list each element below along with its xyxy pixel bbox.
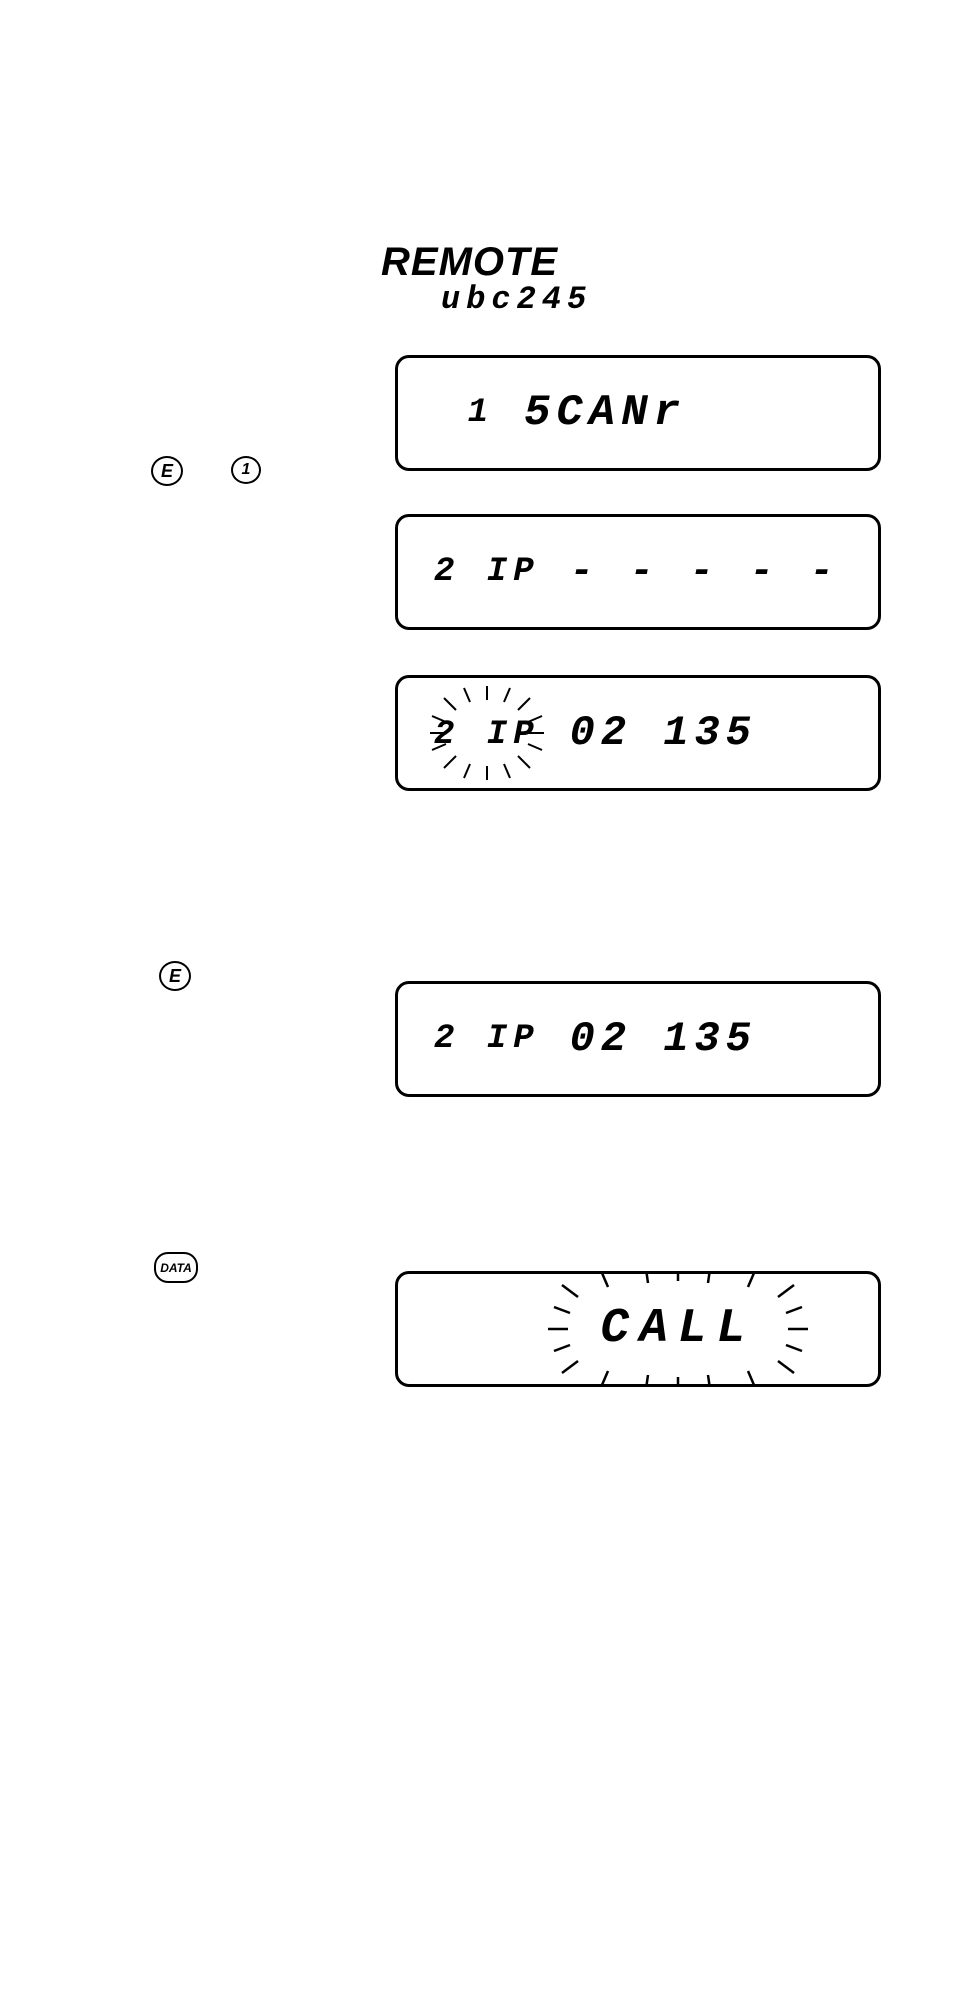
lcd5-center-burst: CALL: [600, 1302, 755, 1356]
e-button-2-label: E: [169, 966, 181, 987]
lcd1-right: 5CANr: [524, 388, 686, 438]
lcd2-left: 2 IP: [434, 553, 540, 591]
data-button-label: DATA: [160, 1261, 192, 1275]
title-block: REMOTE ubc245: [381, 240, 592, 318]
manual-page: REMOTE ubc245 E 1 E DATA 1 5CANr 2 IP - …: [0, 0, 954, 2006]
lcd1-left: 1: [434, 394, 494, 432]
title-sub: ubc245: [441, 281, 592, 318]
lcd4-right: 02 135: [570, 1015, 757, 1063]
lcd-screen-2: 2 IP - - - - -: [395, 514, 881, 630]
lcd4-left: 2 IP: [434, 1020, 540, 1058]
e-button-label: E: [161, 461, 173, 482]
one-button[interactable]: 1: [231, 456, 261, 484]
lcd-screen-3: 2 IP 02 135: [395, 675, 881, 791]
one-button-label: 1: [242, 461, 251, 479]
e-button-2[interactable]: E: [159, 961, 191, 991]
title-main: REMOTE: [381, 240, 592, 285]
e-button[interactable]: E: [151, 456, 183, 486]
lcd3-right: 02 135: [570, 709, 757, 757]
lcd-screen-4: 2 IP 02 135: [395, 981, 881, 1097]
data-button[interactable]: DATA: [154, 1252, 198, 1283]
lcd5-center: CALL: [600, 1302, 755, 1356]
lcd2-right: - - - - -: [570, 550, 840, 595]
lcd-screen-1: 1 5CANr: [395, 355, 881, 471]
lcd3-left-burst: 2 IP: [434, 711, 540, 756]
lcd3-left: 2 IP: [434, 716, 540, 754]
lcd-screen-5: CALL: [395, 1271, 881, 1387]
